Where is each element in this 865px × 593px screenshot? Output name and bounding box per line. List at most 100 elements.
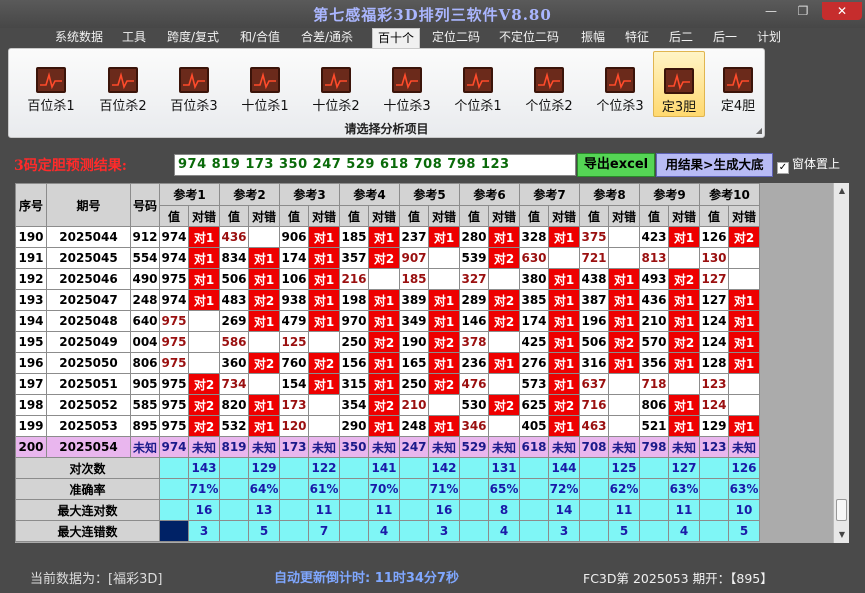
table-row[interactable]: 192 2025046 490 975 对1 506 对1 106 对1 216 185 327 380… bbox=[15, 268, 760, 290]
cell-judge: 对1 bbox=[428, 415, 460, 437]
table-row[interactable]: 199 2025053 895 975 对2 532 对1 120 290 对1 248 对1 346 4… bbox=[15, 415, 760, 437]
ribbon-launcher-icon[interactable]: ◢ bbox=[756, 126, 762, 135]
header-judge: 对错 bbox=[308, 205, 340, 227]
header-judge: 对错 bbox=[368, 205, 400, 227]
menu-item-8[interactable]: 不定位二码 bbox=[499, 28, 559, 48]
cell-judge: 未知 bbox=[428, 436, 460, 458]
cell-value: 532 bbox=[219, 415, 249, 437]
row-number: 912 bbox=[130, 226, 160, 248]
menu-item-6[interactable]: 百十个 bbox=[372, 28, 420, 48]
cell-judge bbox=[608, 226, 640, 248]
cell-value: 248 bbox=[399, 415, 429, 437]
scroll-thumb[interactable] bbox=[836, 499, 847, 521]
ribbon-button-3[interactable]: 百位杀3 bbox=[162, 51, 226, 117]
prediction-result-field[interactable]: 974 819 173 350 247 529 618 708 798 123 bbox=[174, 154, 576, 176]
stat-spacer bbox=[279, 478, 309, 500]
cell-value: 123 bbox=[699, 436, 729, 458]
cell-judge: 未知 bbox=[488, 436, 520, 458]
stat-value: 125 bbox=[608, 457, 640, 479]
cell-judge: 对1 bbox=[368, 289, 400, 311]
cell-value: 276 bbox=[519, 352, 549, 374]
ribbon-button-7[interactable]: 个位杀1 bbox=[446, 51, 510, 117]
cell-judge bbox=[548, 247, 580, 269]
ribbon-button-9[interactable]: 个位杀3 bbox=[588, 51, 652, 117]
cell-judge bbox=[728, 373, 760, 395]
menu-item-13[interactable]: 计划 bbox=[757, 28, 781, 48]
cell-judge: 对1 bbox=[728, 310, 760, 332]
table-row[interactable]: 195 2025049 004 975 586 125 250 对2 190 对2 378 425 对1… bbox=[15, 331, 760, 353]
cell-judge bbox=[308, 331, 340, 353]
menu-item-7[interactable]: 定位二码 bbox=[432, 28, 480, 48]
cell-value: 506 bbox=[579, 331, 609, 353]
menu-item-3[interactable]: 跨度/复式 bbox=[167, 28, 219, 48]
export-excel-button[interactable]: 导出excel bbox=[577, 153, 655, 177]
menu-item-12[interactable]: 后一 bbox=[713, 28, 737, 48]
vertical-scrollbar[interactable]: ▲ ▼ bbox=[833, 183, 849, 543]
cell-value: 237 bbox=[399, 226, 429, 248]
scroll-down-icon[interactable]: ▼ bbox=[834, 527, 850, 543]
cell-judge: 对1 bbox=[368, 415, 400, 437]
cell-value: 154 bbox=[279, 373, 309, 395]
cell-value: 289 bbox=[459, 289, 489, 311]
close-button[interactable]: ✕ bbox=[822, 2, 862, 20]
cell-value: 813 bbox=[639, 247, 669, 269]
ribbon-button-6[interactable]: 十位杀3 bbox=[375, 51, 439, 117]
stat-value: 141 bbox=[368, 457, 400, 479]
cell-value: 123 bbox=[699, 373, 729, 395]
stat-value: 13 bbox=[248, 499, 280, 521]
cell-value: 834 bbox=[219, 247, 249, 269]
menu-item-11[interactable]: 后二 bbox=[669, 28, 693, 48]
cell-judge: 对1 bbox=[668, 310, 700, 332]
menu-item-1[interactable]: 系统数据 bbox=[55, 28, 103, 48]
cell-value: 357 bbox=[339, 247, 369, 269]
cell-judge: 对1 bbox=[488, 352, 520, 374]
menu-item-5[interactable]: 合差/通杀 bbox=[301, 28, 353, 48]
cell-value: 721 bbox=[579, 247, 609, 269]
header-judge: 对错 bbox=[608, 205, 640, 227]
menu-item-10[interactable]: 特征 bbox=[625, 28, 649, 48]
table-row[interactable]: 191 2025045 554 974 对1 834 对1 174 对1 357 对2 907 539 对… bbox=[15, 247, 760, 269]
cell-value: 210 bbox=[639, 310, 669, 332]
maximize-button[interactable]: ❐ bbox=[788, 2, 818, 20]
ribbon-button-5[interactable]: 十位杀2 bbox=[304, 51, 368, 117]
minimize-button[interactable]: — bbox=[758, 2, 784, 20]
row-period: 2025054 bbox=[46, 436, 131, 458]
stat-value: 7 bbox=[308, 520, 340, 542]
table-row[interactable]: 198 2025052 585 975 对2 820 对1 173 354 对2 210 530 对2 6… bbox=[15, 394, 760, 416]
stat-value: 4 bbox=[368, 520, 400, 542]
cell-judge: 对2 bbox=[248, 289, 280, 311]
ribbon-button-10[interactable]: 定3胆 bbox=[653, 51, 705, 117]
prediction-label: 3码定胆预测结果: bbox=[14, 158, 127, 174]
menu-item-2[interactable]: 工具 bbox=[122, 28, 146, 48]
ribbon-button-2[interactable]: 百位杀2 bbox=[91, 51, 155, 117]
row-index: 194 bbox=[15, 310, 47, 332]
ribbon-button-4[interactable]: 十位杀1 bbox=[233, 51, 297, 117]
ribbon-button-11[interactable]: 定4胆 bbox=[714, 51, 762, 117]
menu-item-4[interactable]: 和/合值 bbox=[240, 28, 280, 48]
cell-judge bbox=[308, 394, 340, 416]
scroll-up-icon[interactable]: ▲ bbox=[834, 183, 850, 199]
ribbon-button-8[interactable]: 个位杀2 bbox=[517, 51, 581, 117]
topmost-checkbox[interactable]: ✓ 窗体置上 bbox=[777, 155, 840, 174]
table-row[interactable]: 197 2025051 905 975 对2 734 154 对1 315 对1 250 对2 476 5… bbox=[15, 373, 760, 395]
cell-value: 216 bbox=[339, 268, 369, 290]
stat-label: 对次数 bbox=[15, 457, 160, 479]
cell-judge: 对2 bbox=[668, 331, 700, 353]
generate-base-button[interactable]: 用结果>生成大底 bbox=[656, 153, 773, 177]
table-row[interactable]: 190 2025044 912 974 对1 436 906 对1 185 对1 237 对1 280 对… bbox=[15, 226, 760, 248]
stat-spacer bbox=[219, 457, 249, 479]
cell-judge: 对1 bbox=[248, 415, 280, 437]
table-row[interactable]: 193 2025047 248 974 对1 483 对2 938 对1 198 对1 389 对1 28… bbox=[15, 289, 760, 311]
cell-judge: 对2 bbox=[728, 226, 760, 248]
stat-spacer bbox=[279, 499, 309, 521]
ribbon-button-1[interactable]: 百位杀1 bbox=[19, 51, 83, 117]
row-number: 585 bbox=[130, 394, 160, 416]
next-period-row[interactable]: 200 2025054 未知 974 未知 819 未知 173 未知 350 未知 247 未知 529… bbox=[15, 436, 760, 458]
menu-item-9[interactable]: 振幅 bbox=[581, 28, 605, 48]
cell-judge: 对1 bbox=[188, 289, 220, 311]
header-value: 值 bbox=[159, 205, 189, 227]
checkbox-check-icon[interactable]: ✓ bbox=[777, 162, 789, 174]
cell-judge: 对2 bbox=[428, 331, 460, 353]
table-row[interactable]: 194 2025048 640 975 269 对1 479 对1 970 对1 349 对1 146 对… bbox=[15, 310, 760, 332]
table-row[interactable]: 196 2025050 806 975 360 对2 760 对2 156 对1 165 对1 236 对… bbox=[15, 352, 760, 374]
